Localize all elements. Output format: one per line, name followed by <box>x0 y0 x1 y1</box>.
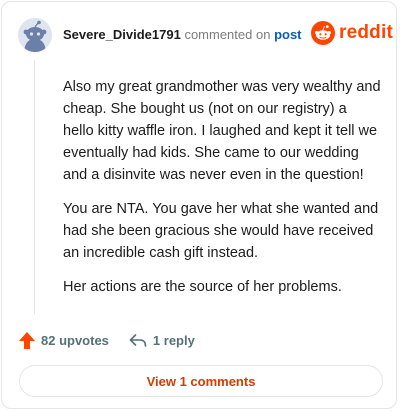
thread-line[interactable] <box>34 60 35 314</box>
avatar[interactable] <box>18 18 52 52</box>
upvote-button[interactable]: 82 upvotes <box>19 332 109 349</box>
reddit-logo[interactable]: reddit <box>311 21 393 45</box>
comment-card: Severe_Divide1791 commented on post redd… <box>1 1 397 409</box>
view-comments-button[interactable]: View 1 comments <box>19 365 383 397</box>
snoo-avatar-icon <box>18 18 52 52</box>
reply-arrow-icon <box>129 333 147 347</box>
comment-paragraph: You are NTA. You gave her what she wante… <box>63 201 379 261</box>
comment-paragraph: Her actions are the source of her proble… <box>63 279 342 295</box>
commented-label: commented on <box>184 27 271 42</box>
reply-button[interactable]: 1 reply <box>129 333 195 348</box>
reply-count: 1 reply <box>152 333 195 348</box>
upvote-count: 82 upvotes <box>41 333 109 348</box>
comment-actions: 82 upvotes 1 reply <box>19 332 195 349</box>
username[interactable]: Severe_Divide1791 <box>63 27 181 42</box>
comment-body: Also my great grandmother was very wealt… <box>63 76 381 310</box>
comment-header: Severe_Divide1791 commented on post <box>63 28 302 42</box>
brand-name: reddit <box>339 22 393 43</box>
comment-paragraph: Also my great grandmother was very wealt… <box>63 79 381 183</box>
reddit-snoo-icon <box>311 21 335 45</box>
post-link[interactable]: post <box>274 27 301 42</box>
upvote-arrow-icon <box>19 332 35 349</box>
